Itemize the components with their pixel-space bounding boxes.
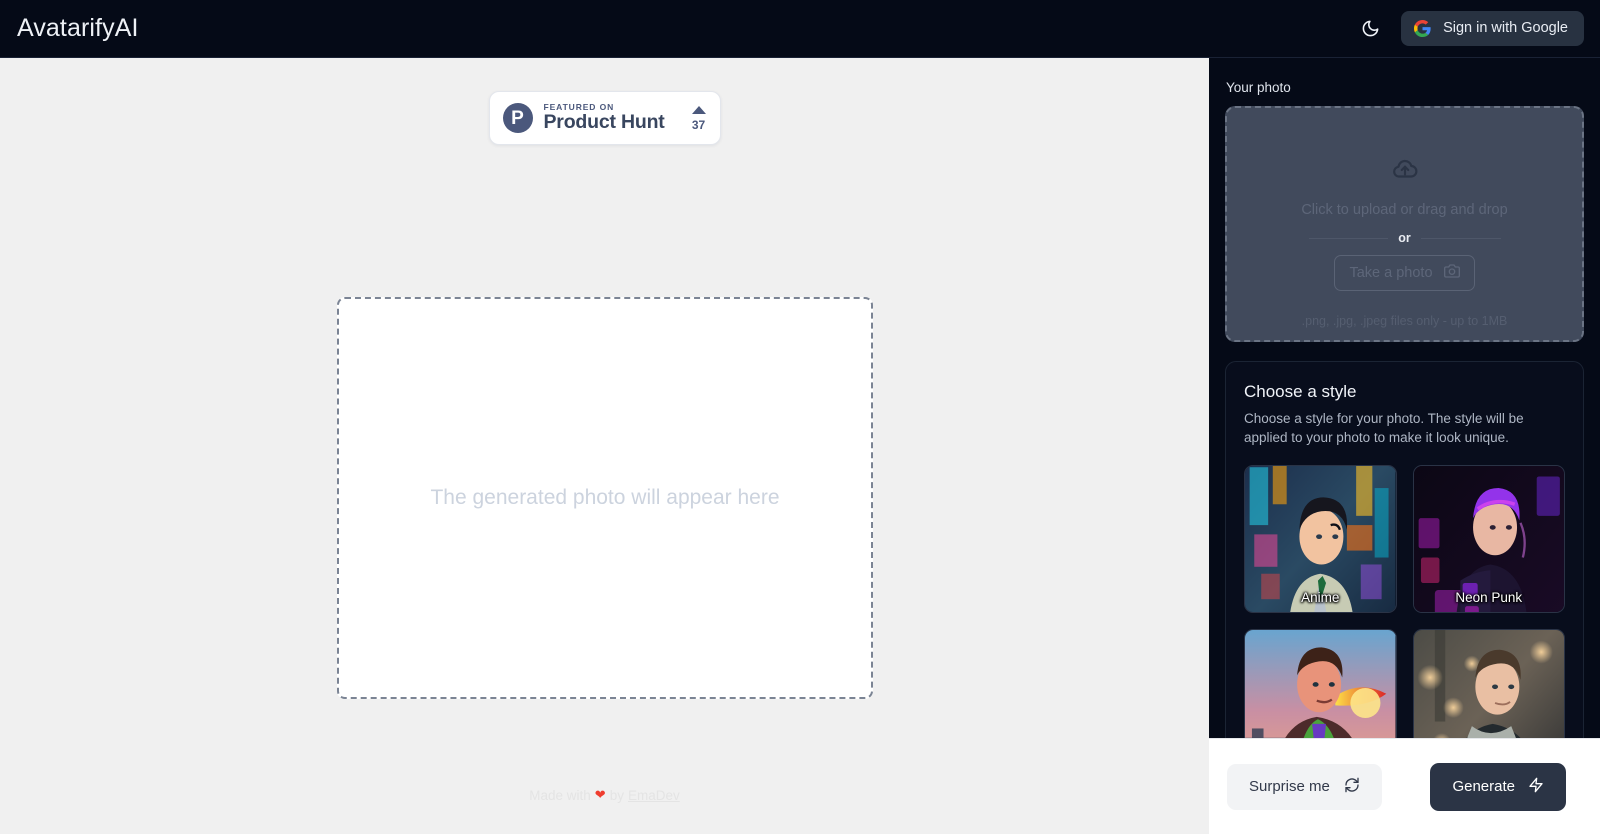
- shuffle-icon: [1344, 777, 1360, 797]
- product-hunt-vote-count: 37: [691, 117, 706, 132]
- heart-icon: ❤: [594, 787, 606, 802]
- header-actions: Sign in with Google: [1353, 11, 1584, 46]
- dropzone-inner: Click to upload or drag and drop or Take…: [1227, 157, 1582, 291]
- style-label-neon-punk: Neon Punk: [1455, 590, 1523, 606]
- app-brand-title: AvatarifyAI: [17, 14, 139, 42]
- style-thumbnail-image-photography: [1413, 630, 1564, 738]
- choose-a-style-card: Choose a style Choose a style for your p…: [1225, 361, 1584, 738]
- generate-label: Generate: [1452, 778, 1515, 795]
- style-option-anime[interactable]: Anime: [1244, 465, 1397, 614]
- divider-left: [1308, 237, 1389, 239]
- dropzone-primary-text: Click to upload or drag and drop: [1301, 202, 1508, 218]
- sidebar-action-bar: Surprise me Generate: [1209, 738, 1600, 834]
- dropzone-or-divider: or: [1308, 231, 1501, 245]
- surprise-me-label: Surprise me: [1249, 778, 1330, 795]
- sidebar-scroll-area: Your photo Click to upload or drag and d…: [1209, 58, 1600, 738]
- product-hunt-text: FEATURED ON Product Hunt: [544, 102, 665, 134]
- lightning-bolt-icon: [1528, 777, 1544, 797]
- photo-upload-dropzone[interactable]: Click to upload or drag and drop or Take…: [1225, 106, 1584, 342]
- right-sidebar-panel: Your photo Click to upload or drag and d…: [1209, 58, 1600, 834]
- product-hunt-logo-icon: P: [502, 103, 533, 133]
- dropzone-or-label: or: [1398, 231, 1411, 245]
- app-root: AvatarifyAI Sign in with Google P FEATUR…: [0, 0, 1600, 834]
- caret-up-icon: [691, 105, 706, 114]
- style-thumbnail-grid: Anime Neon Punk: [1244, 465, 1565, 738]
- google-g-icon: [1414, 20, 1431, 37]
- footer-suffix: by: [609, 787, 624, 803]
- generated-photo-placeholder: The generated photo will appear here: [337, 297, 873, 699]
- generate-button[interactable]: Generate: [1430, 762, 1566, 811]
- take-a-photo-label: Take a photo: [1349, 265, 1433, 281]
- moon-icon: [1361, 19, 1380, 38]
- product-hunt-badge[interactable]: P FEATURED ON Product Hunt 37: [488, 91, 721, 145]
- footer-author-link[interactable]: EmaDev: [628, 788, 680, 803]
- product-hunt-upvotes: 37: [691, 105, 706, 132]
- style-option-gta[interactable]: GTA: [1244, 629, 1397, 738]
- sign-in-label: Sign in with Google: [1443, 20, 1568, 37]
- camera-icon: [1443, 263, 1460, 283]
- theme-toggle-button[interactable]: [1353, 12, 1387, 46]
- style-option-neon-punk[interactable]: Neon Punk: [1412, 465, 1565, 614]
- top-navigation-bar: AvatarifyAI Sign in with Google: [0, 0, 1600, 58]
- generated-photo-region: The generated photo will appear here: [337, 297, 873, 699]
- choose-a-style-title: Choose a style: [1244, 382, 1357, 401]
- surprise-me-button[interactable]: Surprise me: [1227, 763, 1382, 810]
- cloud-upload-icon: [1392, 157, 1418, 188]
- your-photo-label: Your photo: [1226, 80, 1291, 95]
- choose-a-style-description: Choose a style for your photo. The style…: [1244, 411, 1524, 446]
- style-label-anime: Anime: [1301, 590, 1340, 606]
- dropzone-file-note: .png, .jpg, .jpeg files only - up to 1MB: [1301, 314, 1508, 328]
- sign-in-with-google-button[interactable]: Sign in with Google: [1401, 11, 1584, 46]
- style-option-photography[interactable]: Photography: [1412, 629, 1565, 738]
- product-hunt-name: Product Hunt: [543, 111, 665, 134]
- page-body: P FEATURED ON Product Hunt 37 The genera…: [0, 58, 1600, 834]
- take-a-photo-button[interactable]: Take a photo: [1334, 255, 1475, 291]
- divider-right: [1420, 237, 1501, 239]
- footer-credit: Made with ❤ by EmaDev: [0, 787, 1209, 803]
- style-thumbnail-image-gta: [1245, 630, 1396, 738]
- main-content-area: P FEATURED ON Product Hunt 37 The genera…: [0, 58, 1209, 834]
- generated-photo-placeholder-text: The generated photo will appear here: [430, 486, 780, 509]
- footer-prefix: Made with: [529, 787, 591, 803]
